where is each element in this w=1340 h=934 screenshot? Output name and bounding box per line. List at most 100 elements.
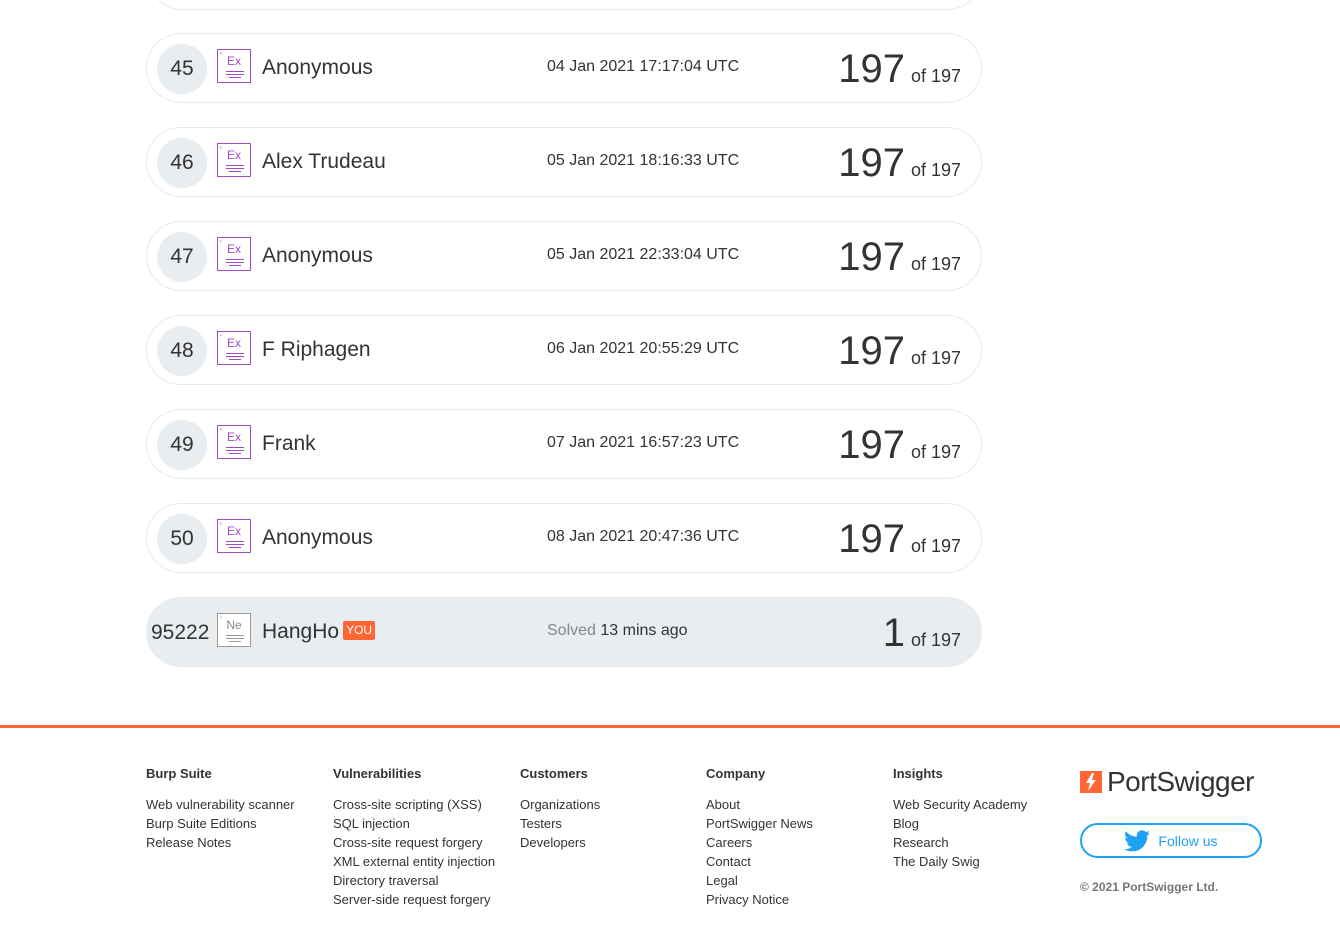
score: 197 of 197 xyxy=(838,232,961,282)
footer-link[interactable]: Web Security Academy xyxy=(893,795,1027,814)
footer-link[interactable]: PortSwigger News xyxy=(706,814,813,833)
footer-link[interactable]: Burp Suite Editions xyxy=(146,814,295,833)
score-value: 197 xyxy=(838,235,905,279)
completion-date: 08 Jan 2021 20:47:36 UTC xyxy=(547,528,740,545)
score: 197 of 197 xyxy=(838,138,961,188)
user-name: Anonymous xyxy=(262,56,373,79)
footer-column-company: Company About PortSwigger News Careers C… xyxy=(706,766,813,909)
completion-date: 05 Jan 2021 22:33:04 UTC xyxy=(547,246,740,263)
footer-link[interactable]: Organizations xyxy=(520,795,600,814)
score-total: of 197 xyxy=(910,348,961,368)
portswigger-logo[interactable]: PortSwigger xyxy=(1080,766,1255,798)
twitter-follow-button[interactable]: Follow us xyxy=(1080,823,1262,858)
badge-code: Ex xyxy=(226,242,241,256)
portswigger-logo-icon xyxy=(1080,771,1102,793)
completion-date: 06 Jan 2021 20:55:29 UTC xyxy=(547,340,740,357)
footer-heading: Vulnerabilities xyxy=(333,766,422,781)
expert-badge-icon: ' Ex xyxy=(217,519,251,553)
footer-heading: Insights xyxy=(893,766,943,781)
score: 197 of 197 xyxy=(838,514,961,564)
footer-link[interactable]: Testers xyxy=(520,814,600,833)
score-total: of 197 xyxy=(910,536,961,556)
follow-label: Follow us xyxy=(1158,832,1218,849)
solved-time: Solved 13 mins ago xyxy=(547,622,688,640)
footer-column-customers: Customers Organizations Testers Develope… xyxy=(520,766,600,852)
footer-link[interactable]: Careers xyxy=(706,833,813,852)
badge-code: Ex xyxy=(226,54,241,68)
score: 197 of 197 xyxy=(838,326,961,376)
copyright-text: © 2021 PortSwigger Ltd. xyxy=(1080,880,1219,894)
user-name: Alex Trudeau xyxy=(262,150,386,173)
footer-link[interactable]: Blog xyxy=(893,814,1027,833)
user-name: HangHo YOU xyxy=(262,620,376,644)
footer-link[interactable]: SQL injection xyxy=(333,814,495,833)
leaderboard-row: 48 ' Ex F Riphagen 06 Jan 2021 20:55:29 U… xyxy=(146,315,982,385)
solved-relative-time: 13 mins ago xyxy=(600,622,688,639)
score-total: of 197 xyxy=(910,160,961,180)
footer-link[interactable]: Web vulnerability scanner xyxy=(146,795,295,814)
user-name-text: HangHo xyxy=(262,620,340,643)
rank-number: 95222 xyxy=(151,621,210,644)
footer-column-burp-suite: Burp Suite Web vulnerability scanner Bur… xyxy=(146,766,295,852)
footer-link[interactable]: Directory traversal xyxy=(333,871,495,890)
leaderboard-row: 50 ' Ex Anonymous 08 Jan 2021 20:47:36 UT… xyxy=(146,503,982,573)
leaderboard-row: 45 ' Ex Anonymous 04 Jan 2021 17:17:04 UT… xyxy=(146,33,982,103)
score: 197 of 197 xyxy=(838,420,961,470)
badge-code: Ex xyxy=(226,336,241,350)
user-name: Frank xyxy=(262,432,316,455)
completion-date: 04 Jan 2021 17:17:04 UTC xyxy=(547,58,740,75)
rank-number: 48 xyxy=(157,326,207,376)
rank-number: 49 xyxy=(157,420,207,470)
footer-link[interactable]: Legal xyxy=(706,871,813,890)
score: 1 of 197 xyxy=(883,608,961,658)
rank-number: 46 xyxy=(157,138,207,188)
score-value: 1 xyxy=(882,611,905,655)
leaderboard-row: 49 ' Ex Frank 07 Jan 2021 16:57:23 UTC 19… xyxy=(146,409,982,479)
leaderboard-row: 47 ' Ex Anonymous 05 Jan 2021 22:33:04 UT… xyxy=(146,221,982,291)
score: 197 of 197 xyxy=(838,44,961,94)
user-name: Anonymous xyxy=(262,526,373,549)
footer-link[interactable]: Server-side request forgery xyxy=(333,890,495,909)
rank-number: 50 xyxy=(157,514,207,564)
footer-brand: PortSwigger Follow us © 2021 PortSwigger… xyxy=(1080,766,1262,894)
leaderboard-row-partial xyxy=(147,0,983,10)
you-badge: YOU xyxy=(343,621,376,640)
site-footer: Burp Suite Web vulnerability scanner Bur… xyxy=(0,725,1340,934)
score-total: of 197 xyxy=(910,254,961,274)
footer-link[interactable]: The Daily Swig xyxy=(893,852,1027,871)
novice-badge-icon: ' Ne xyxy=(217,613,251,647)
footer-link[interactable]: Release Notes xyxy=(146,833,295,852)
footer-link[interactable]: Cross-site scripting (XSS) xyxy=(333,795,495,814)
expert-badge-icon: ' Ex xyxy=(217,425,251,459)
badge-code: Ne xyxy=(226,618,242,632)
logo-text: PortSwigger xyxy=(1107,766,1255,797)
score-value: 197 xyxy=(838,47,905,91)
footer-column-insights: Insights Web Security Academy Blog Resea… xyxy=(893,766,1027,871)
footer-link[interactable]: Developers xyxy=(520,833,600,852)
leaderboard-row: 46 ' Ex Alex Trudeau 05 Jan 2021 18:16:33… xyxy=(146,127,982,197)
expert-badge-icon: ' Ex xyxy=(217,143,251,177)
current-user-row: 95222 ' Ne HangHo YOU Solved 13 mins ago 1… xyxy=(146,597,982,667)
solved-label: Solved xyxy=(547,622,596,639)
expert-badge-icon: ' Ex xyxy=(217,237,251,271)
footer-heading: Company xyxy=(706,766,766,781)
footer-heading: Burp Suite xyxy=(146,766,212,781)
score-value: 197 xyxy=(838,329,905,373)
score-value: 197 xyxy=(838,141,905,185)
badge-code: Ex xyxy=(226,430,241,444)
completion-date: 05 Jan 2021 18:16:33 UTC xyxy=(547,152,740,169)
footer-link[interactable]: Cross-site request forgery xyxy=(333,833,495,852)
user-name: Anonymous xyxy=(262,244,373,267)
badge-code: Ex xyxy=(226,148,241,162)
completion-date: 07 Jan 2021 16:57:23 UTC xyxy=(547,434,740,451)
score-total: of 197 xyxy=(910,442,961,462)
footer-link[interactable]: Privacy Notice xyxy=(706,890,813,909)
score-total: of 197 xyxy=(910,630,961,650)
footer-link[interactable]: About xyxy=(706,795,813,814)
footer-link[interactable]: XML external entity injection xyxy=(333,852,495,871)
footer-link[interactable]: Research xyxy=(893,833,1027,852)
footer-link[interactable]: Contact xyxy=(706,852,813,871)
footer-column-vulnerabilities: Vulnerabilities Cross-site scripting (XS… xyxy=(333,766,495,909)
user-name: F Riphagen xyxy=(262,338,371,361)
score-total: of 197 xyxy=(910,66,961,86)
